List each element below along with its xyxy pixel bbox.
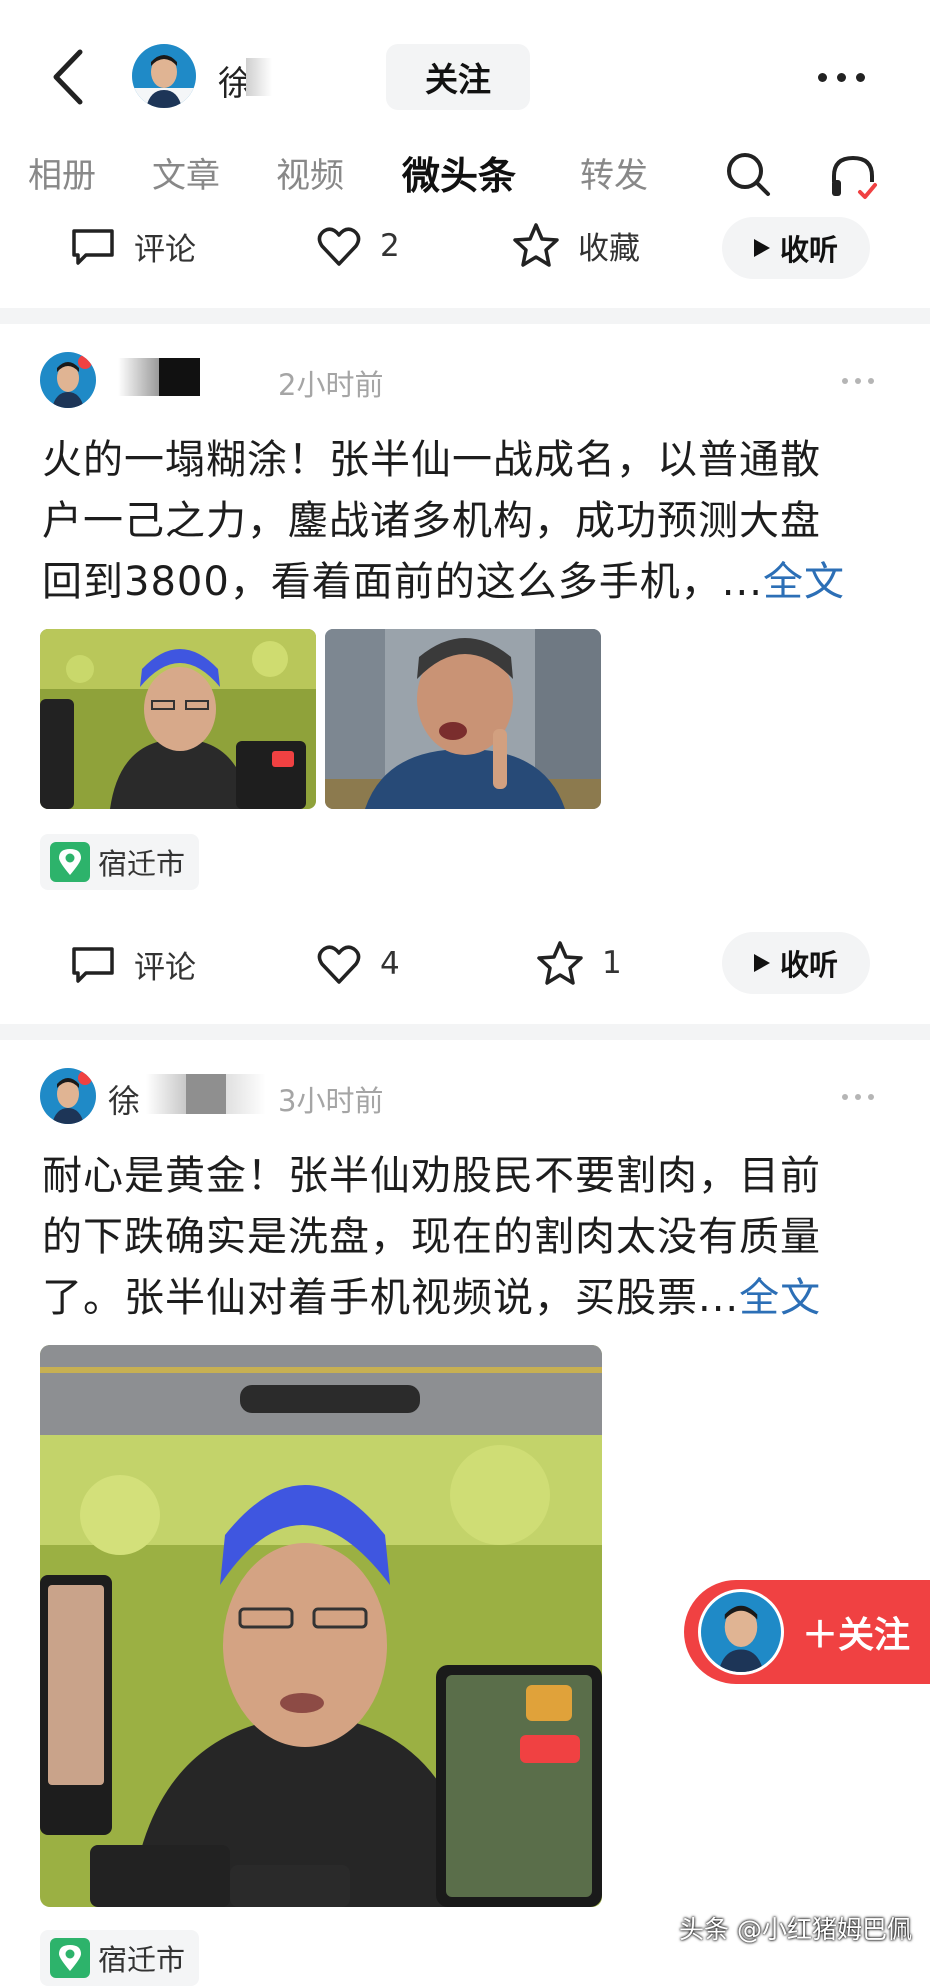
location-label: 宿迁市 [98,1943,186,1977]
collect-button[interactable]: 收藏 [512,222,640,268]
star-icon [537,941,583,985]
location-pin-icon [50,842,90,882]
section-divider [0,1024,930,1040]
section-divider [0,308,930,324]
location-pin-icon [50,1938,90,1978]
headset-icon[interactable] [828,152,878,202]
like-button[interactable]: 4 [316,942,400,986]
play-icon [753,954,770,972]
read-more-link[interactable]: 全文 [739,1275,821,1321]
tab-micro-posts[interactable]: 微头条 [402,145,516,200]
like-button[interactable]: 2 [316,224,400,268]
location-label: 宿迁市 [98,847,186,881]
post-time: 3小时前 [278,1084,384,1118]
listen-label: 收听 [779,233,838,267]
comment-button[interactable]: 评论 [70,224,196,269]
post-text-line: 了。张半仙对着手机视频说，买股票...全文 [42,1275,822,1321]
collect-button[interactable]: 1 [536,940,622,986]
location-tag[interactable]: 宿迁市 [40,834,200,890]
post-text-line: 火的一塌糊涂！张半仙一战成名，以普通散 [42,437,821,483]
post-more-icon[interactable] [842,1094,874,1100]
profile-name-blur [246,58,272,96]
tab-reposts[interactable]: 转发 [580,148,648,197]
comment-label: 评论 [134,950,196,986]
post-image[interactable] [325,629,601,809]
profile-avatar[interactable] [132,44,196,108]
like-count: 4 [380,946,400,982]
read-more-link[interactable]: 全文 [763,559,845,605]
comment-icon [72,946,114,983]
post-more-icon[interactable] [842,378,874,384]
location-tag[interactable]: 宿迁市 [40,1930,200,1986]
comment-icon [72,228,114,265]
author-avatar[interactable] [40,1068,96,1124]
back-icon[interactable] [48,48,88,106]
post-text-line: 回到3800，看着面前的这么多手机，...全文 [42,559,845,605]
post-image[interactable] [40,1345,602,1907]
heart-icon [317,227,361,266]
comment-label: 评论 [134,232,196,268]
follow-button[interactable]: 关注 [386,44,530,110]
tab-album[interactable]: 相册 [28,148,96,197]
play-icon [753,239,770,257]
heart-icon [317,945,361,984]
post-text-line: 耐心是黄金！张半仙劝股民不要割肉，目前 [42,1153,821,1199]
search-icon[interactable] [724,150,772,198]
floating-avatar [698,1589,784,1675]
collect-label: 收藏 [578,230,640,267]
watermark-text: 头条 @小红猪姆巴佩 [679,1915,912,1944]
post-image[interactable] [40,629,316,809]
listen-label: 收听 [779,948,838,982]
floating-follow-label: ＋关注 [802,1615,911,1656]
post-text-line: 的下跌确实是洗盘，现在的割肉太没有质量 [42,1214,821,1260]
author-name-prefix: 徐 [108,1082,141,1120]
post-text-line: 户一己之力，鏖战诸多机构，成功预测大盘 [42,498,821,544]
author-name-redacted [146,1074,266,1114]
listen-button[interactable]: 收听 [722,217,870,279]
like-count: 2 [380,228,400,264]
author-avatar[interactable] [40,352,96,408]
listen-button[interactable]: 收听 [722,932,870,994]
comment-button[interactable]: 评论 [70,942,196,987]
star-icon [513,223,559,267]
post-time: 2小时前 [278,368,384,402]
floating-follow-button[interactable]: ＋关注 [684,1580,930,1684]
collect-count: 1 [602,945,622,981]
post-text[interactable]: 耐心是黄金！张半仙劝股民不要割肉，目前 的下跌确实是洗盘，现在的割肉太没有质量 … [42,1146,892,1329]
tab-videos[interactable]: 视频 [276,148,344,197]
post-text[interactable]: 火的一塌糊涂！张半仙一战成名，以普通散 户一己之力，鏖战诸多机构，成功预测大盘 … [42,430,892,613]
tab-articles[interactable]: 文章 [152,148,220,197]
author-name-redacted [118,358,200,396]
more-horizontal-icon[interactable] [818,64,874,90]
